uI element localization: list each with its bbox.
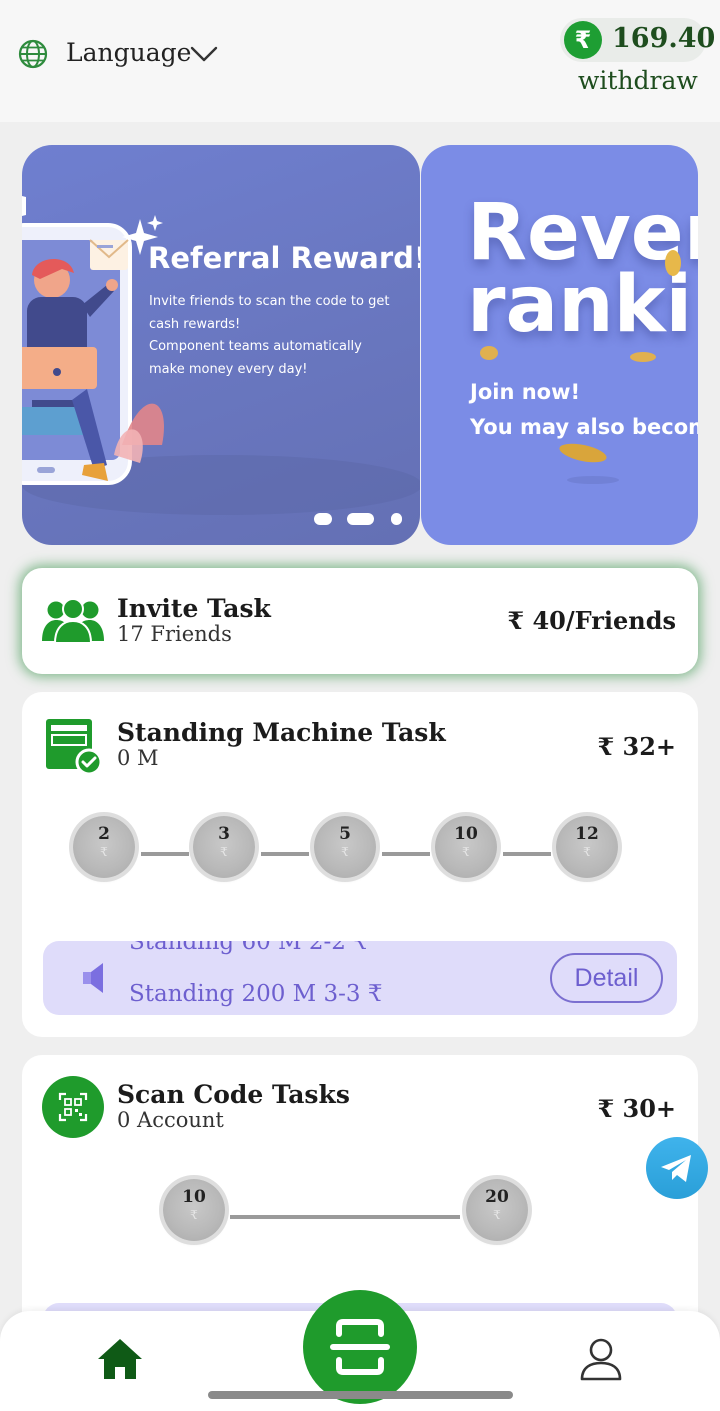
carousel-dot[interactable] (314, 513, 332, 525)
coin-currency: ₹ (583, 845, 591, 859)
referral-banner[interactable]: Referral Reward! Invite friends to scan … (22, 145, 420, 545)
reward-coin[interactable]: 3 ₹ (193, 816, 255, 878)
invite-task-title: Invite Task (117, 594, 271, 623)
coin-currency: ₹ (341, 845, 349, 859)
banner-description: Invite friends to scan the code to get c… (149, 291, 409, 381)
step-connector (230, 1215, 460, 1219)
standing-task-progress: 0 M (117, 746, 159, 770)
coin-value: 10 (182, 1187, 206, 1207)
banner-line: make money every day! (149, 361, 308, 377)
coin-illustration (480, 250, 681, 484)
balance-pill: ₹ 169.40 (560, 18, 715, 62)
reward-notice-bar: Standing 60 M 2-2 ₹ Standing 200 M 3-3 ₹… (43, 941, 677, 1015)
top-header: Language ₹ 169.40 withdraw (0, 0, 720, 122)
scan-task-reward: ₹ 30+ (597, 1094, 676, 1123)
detail-button[interactable]: Detail (550, 953, 663, 1003)
invite-task-count: 17 Friends (117, 622, 232, 646)
reward-coin[interactable]: 10 ₹ (163, 1179, 225, 1241)
chevron-down-icon[interactable] (190, 44, 218, 64)
telegram-icon (661, 1155, 691, 1182)
users-icon (42, 598, 104, 644)
standing-task-title: Standing Machine Task (117, 718, 446, 747)
reward-coin[interactable]: 2 ₹ (73, 816, 135, 878)
coin-value: 12 (575, 824, 599, 844)
coin-value: 2 (98, 824, 110, 844)
withdraw-link[interactable]: withdraw (578, 66, 698, 95)
scan-task-count: 0 Account (117, 1108, 224, 1132)
globe-icon[interactable] (18, 39, 48, 69)
speaker-icon (83, 963, 103, 993)
reward-coin[interactable]: 12 ₹ (556, 816, 618, 878)
coin-value: 5 (339, 824, 351, 844)
coin-value: 20 (485, 1187, 509, 1207)
gesture-bar (208, 1391, 513, 1399)
qr-code-icon (42, 1076, 104, 1138)
step-connector (261, 852, 309, 856)
coin-currency: ₹ (462, 845, 470, 859)
coin-value: 10 (454, 824, 478, 844)
coin-currency: ₹ (100, 845, 108, 859)
invite-task-reward: ₹ 40/Friends (507, 606, 676, 635)
banner-line: Component teams automatically (149, 339, 362, 354)
scan-button[interactable] (303, 1290, 417, 1404)
coin-value: 3 (218, 824, 230, 844)
notice-line: Standing 60 M 2-2 ₹ (129, 941, 368, 955)
invite-task-card[interactable]: Invite Task 17 Friends ₹ 40/Friends (22, 568, 698, 674)
banner-line: cash rewards! (149, 316, 241, 332)
notice-line: Standing 200 M 3-3 ₹ (129, 981, 383, 1007)
machine-check-icon (46, 719, 103, 776)
user-icon[interactable] (578, 1336, 624, 1382)
notice-marquee: Standing 60 M 2-2 ₹ Standing 200 M 3-3 ₹ (129, 941, 529, 1015)
standing-task-reward: ₹ 32+ (597, 732, 676, 761)
standing-machine-task-card[interactable]: Standing Machine Task 0 M ₹ 32+ 2 ₹ 3 ₹ … (22, 692, 698, 1037)
scan-task-title: Scan Code Tasks (117, 1080, 350, 1109)
coin-currency: ₹ (493, 1208, 501, 1222)
carousel-dot-active[interactable] (347, 513, 374, 525)
coin-currency: ₹ (220, 845, 228, 859)
carousel-dot[interactable] (391, 513, 402, 525)
banner-title: Referral Reward! (148, 241, 420, 275)
step-connector (141, 852, 189, 856)
reward-coin[interactable]: 5 ₹ (314, 816, 376, 878)
home-icon[interactable] (96, 1337, 144, 1381)
ranking-banner[interactable]: Rever ranki Join now! You may also becom (421, 145, 698, 545)
coin-currency: ₹ (190, 1208, 198, 1222)
step-connector (382, 852, 430, 856)
ranking-subtext: You may also becom (470, 415, 698, 439)
ranking-join-text: Join now! (470, 380, 581, 404)
scan-icon (330, 1319, 390, 1375)
reward-coin[interactable]: 20 ₹ (466, 1179, 528, 1241)
rupee-icon: ₹ (564, 21, 602, 59)
telegram-button[interactable] (646, 1137, 708, 1199)
step-connector (503, 852, 551, 856)
banner-line: Invite friends to scan the code to get (149, 294, 390, 309)
balance-amount: 169.40 (612, 23, 716, 54)
language-selector[interactable]: Language (66, 38, 191, 67)
reward-coin[interactable]: 10 ₹ (435, 816, 497, 878)
